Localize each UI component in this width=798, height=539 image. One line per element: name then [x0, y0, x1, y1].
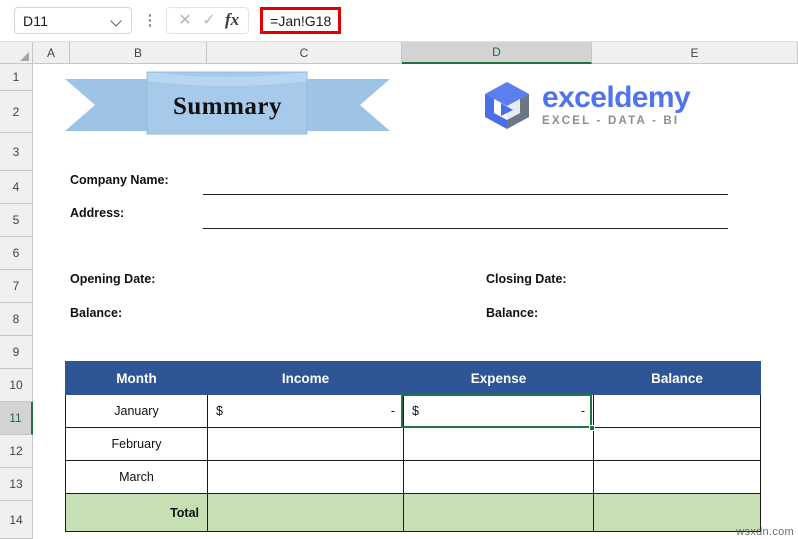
address-rule [203, 228, 728, 229]
logo-wordmark: exceldemy [542, 80, 691, 114]
currency-symbol: $ [412, 404, 419, 418]
watermark: wsxdn.com [736, 526, 794, 538]
summary-banner: Summary [65, 69, 390, 141]
row-header-14[interactable]: 14 [0, 501, 33, 539]
formula-input-value: =Jan!G18 [270, 12, 332, 29]
table-row[interactable]: January $ - $ - [65, 394, 761, 428]
column-header-row: A B C D E [0, 42, 798, 64]
cell-expense-january[interactable]: $ - [403, 394, 594, 428]
formula-input-highlight[interactable]: =Jan!G18 [260, 7, 342, 34]
cell-total-income[interactable] [207, 493, 404, 532]
name-box[interactable]: D11 [14, 7, 132, 34]
row-header-11[interactable]: 11 [0, 402, 33, 435]
row-header-7[interactable]: 7 [0, 270, 33, 303]
column-header-d[interactable]: D [402, 42, 592, 64]
column-header-month[interactable]: Month [65, 361, 208, 395]
currency-symbol: $ [216, 404, 223, 418]
cell-expense-march[interactable] [403, 460, 594, 494]
money-value: $ - [412, 404, 585, 418]
row-header-6[interactable]: 6 [0, 237, 33, 270]
cell-expense-february[interactable] [403, 427, 594, 461]
insert-function-icon[interactable]: fx [222, 10, 241, 32]
row-header-4[interactable]: 4 [0, 171, 33, 204]
table-row[interactable]: February [65, 427, 761, 461]
column-header-c[interactable]: C [207, 42, 402, 64]
cell-total-expense[interactable] [403, 493, 594, 532]
cell-balance-february[interactable] [593, 427, 761, 461]
table-header-row: Month Income Expense Balance [65, 361, 761, 395]
row-header-8[interactable]: 8 [0, 303, 33, 336]
confirm-icon[interactable]: ✓ [198, 10, 220, 32]
kebab-dot [148, 14, 152, 17]
row-header-2[interactable]: 2 [0, 91, 33, 133]
cell-income-january[interactable]: $ - [207, 394, 404, 428]
address-label: Address: [70, 206, 125, 220]
cell-balance-march[interactable] [593, 460, 761, 494]
logo-text: exceldemy EXCEL - DATA - BI [542, 80, 691, 128]
cell-month-january[interactable]: January [65, 394, 208, 428]
row-header-10[interactable]: 10 [0, 369, 33, 402]
summary-table: Month Income Expense Balance January $ -… [65, 361, 761, 532]
chevron-down-icon[interactable] [112, 17, 123, 24]
amount-value: - [580, 404, 585, 418]
cell-month-march[interactable]: March [65, 460, 208, 494]
row-header-3[interactable]: 3 [0, 133, 33, 171]
row-header-column: 1 2 3 4 5 6 7 8 9 10 11 12 13 14 [0, 64, 33, 539]
select-all-corner[interactable] [0, 42, 33, 64]
cell-balance-january[interactable] [593, 394, 761, 428]
cell-income-february[interactable] [207, 427, 404, 461]
opening-date-label: Opening Date: [70, 272, 156, 286]
exceldemy-logo: exceldemy EXCEL - DATA - BI [481, 76, 781, 134]
amount-value: - [390, 404, 395, 418]
formula-tools: ✕ ✓ fx [166, 7, 250, 34]
cancel-icon[interactable]: ✕ [174, 10, 196, 32]
money-value: $ - [216, 404, 395, 418]
company-name-label: Company Name: [70, 173, 169, 187]
fill-handle[interactable] [589, 425, 595, 431]
column-header-balance[interactable]: Balance [593, 361, 761, 395]
opening-balance-label: Balance: [70, 306, 123, 320]
banner-title: Summary [172, 93, 283, 120]
table-total-row[interactable]: Total [65, 493, 761, 532]
row-header-12[interactable]: 12 [0, 435, 33, 468]
worksheet-grid[interactable]: Summary exceldemy EXCEL - DATA - BI Comp… [33, 64, 798, 539]
column-header-income[interactable]: Income [207, 361, 404, 395]
row-header-5[interactable]: 5 [0, 204, 33, 237]
column-header-a[interactable]: A [33, 42, 70, 64]
row-header-13[interactable]: 13 [0, 468, 33, 501]
cell-income-march[interactable] [207, 460, 404, 494]
name-box-value: D11 [23, 12, 49, 29]
table-row[interactable]: March [65, 460, 761, 494]
exceldemy-logo-icon [485, 82, 529, 129]
column-header-expense[interactable]: Expense [403, 361, 594, 395]
row-header-9[interactable]: 9 [0, 336, 33, 369]
company-name-rule [203, 194, 728, 195]
cell-month-february[interactable]: February [65, 427, 208, 461]
kebab-dot [148, 19, 152, 22]
row-header-1[interactable]: 1 [0, 64, 33, 91]
cell-total-label[interactable]: Total [65, 493, 208, 532]
logo-tagline: EXCEL - DATA - BI [542, 114, 680, 127]
closing-date-label: Closing Date: [486, 272, 567, 286]
kebab-menu-icon[interactable] [142, 10, 158, 32]
closing-balance-label: Balance: [486, 306, 539, 320]
kebab-dot [148, 24, 152, 27]
column-header-e[interactable]: E [592, 42, 798, 64]
formula-bar: D11 ✕ ✓ fx =Jan!G18 [0, 0, 798, 42]
column-header-b[interactable]: B [70, 42, 207, 64]
